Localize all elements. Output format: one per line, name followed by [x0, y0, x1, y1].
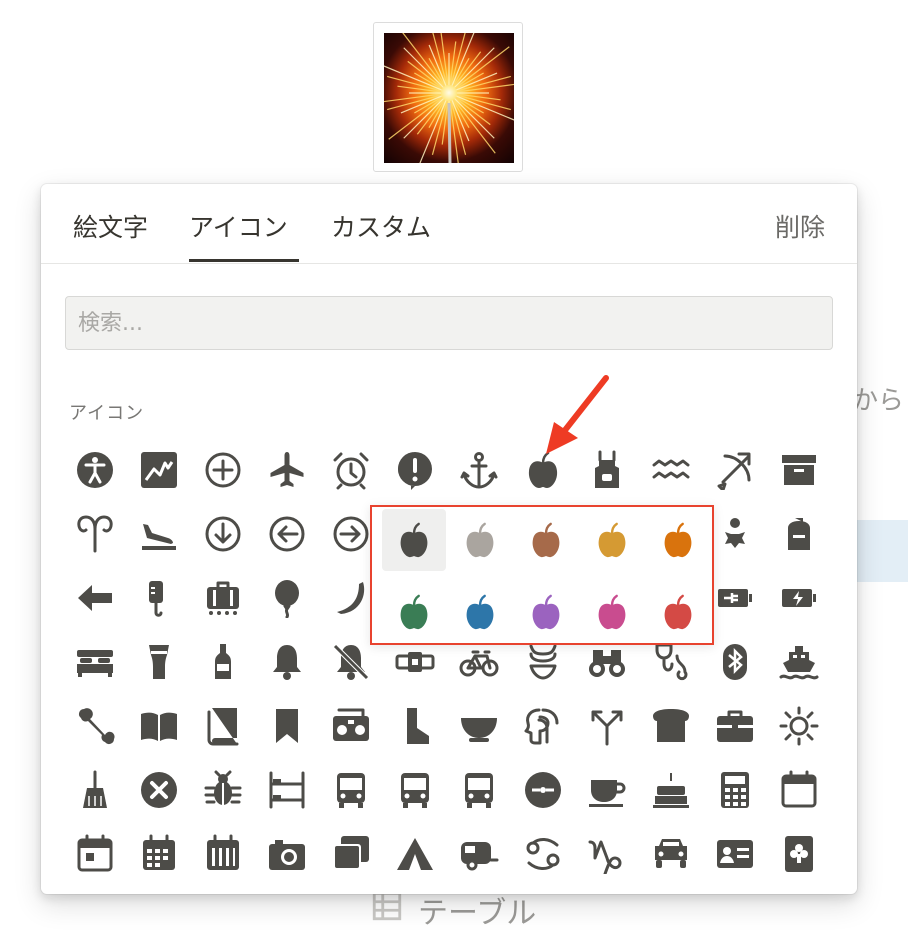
archery-icon[interactable]	[703, 438, 767, 502]
brightness-icon[interactable]	[767, 694, 831, 758]
beer-icon[interactable]	[127, 630, 191, 694]
active-tab-indicator	[189, 259, 299, 262]
car-icon[interactable]	[639, 822, 703, 886]
book-open-icon[interactable]	[127, 694, 191, 758]
tab-emoji[interactable]: 絵文字	[73, 208, 148, 244]
apple-icon-variant[interactable]	[580, 581, 644, 643]
background-table-item: テーブル	[370, 888, 536, 932]
bottle-icon[interactable]	[191, 630, 255, 694]
boot-icon[interactable]	[383, 694, 447, 758]
calendar-grid-icon[interactable]	[127, 822, 191, 886]
alarm-icon[interactable]	[319, 438, 383, 502]
backpack-icon[interactable]	[767, 502, 831, 566]
background-row-highlight	[852, 520, 908, 582]
sparkler-rays	[384, 33, 514, 163]
caravan-icon[interactable]	[447, 822, 511, 886]
cancer-icon[interactable]	[511, 822, 575, 886]
baggage-icon[interactable]	[191, 566, 255, 630]
camera-icon[interactable]	[255, 822, 319, 886]
icon-row	[63, 438, 843, 502]
camping-tent-icon[interactable]	[383, 822, 447, 886]
arrival-icon[interactable]	[127, 502, 191, 566]
button-icon[interactable]	[511, 758, 575, 822]
capricorn-icon[interactable]	[575, 822, 639, 886]
remove-circle-icon[interactable]	[127, 758, 191, 822]
bus-2-icon[interactable]	[383, 758, 447, 822]
bookmark-icon[interactable]	[255, 694, 319, 758]
apple-icon-variant[interactable]	[514, 581, 578, 643]
table-label: テーブル	[418, 896, 537, 931]
broom-icon[interactable]	[63, 758, 127, 822]
battery-charging-icon[interactable]	[767, 566, 831, 630]
section-label: アイコン	[69, 403, 145, 424]
briefcase-icon[interactable]	[703, 694, 767, 758]
bed-icon[interactable]	[63, 630, 127, 694]
apple-icon-variant[interactable]	[580, 509, 644, 571]
annotation-arrow-icon	[546, 375, 609, 454]
alert-icon[interactable]	[383, 438, 447, 502]
branch-icon[interactable]	[575, 694, 639, 758]
book-icon[interactable]	[191, 694, 255, 758]
icon-row	[63, 694, 843, 758]
apple-icon-variant[interactable]	[382, 581, 446, 643]
cafe-icon[interactable]	[575, 758, 639, 822]
calendar-day-icon[interactable]	[63, 822, 127, 886]
apple-icon-variant[interactable]	[646, 581, 710, 643]
table-icon	[370, 889, 404, 931]
apple-icon-variant[interactable]	[646, 509, 710, 571]
search-input[interactable]	[65, 296, 833, 350]
arrow-down-circle-icon[interactable]	[191, 502, 255, 566]
sparkler-image	[384, 33, 514, 163]
bus-icon[interactable]	[319, 758, 383, 822]
bell-icon[interactable]	[255, 630, 319, 694]
apple-icon-variant[interactable]	[514, 509, 578, 571]
remove-button[interactable]: 削除	[775, 208, 825, 244]
anchor-icon[interactable]	[447, 438, 511, 502]
page-icon-frame[interactable]	[373, 22, 523, 172]
color-variant-row	[382, 581, 710, 643]
apple-icon-variant[interactable]	[382, 509, 446, 571]
brain-icon[interactable]	[511, 694, 575, 758]
calendar-icon[interactable]	[767, 758, 831, 822]
picker-tabs: 絵文字 アイコン カスタム 削除	[41, 184, 857, 264]
cake-icon[interactable]	[639, 758, 703, 822]
background-text-fragment: から	[852, 386, 905, 416]
arrow-left-circle-icon[interactable]	[255, 502, 319, 566]
archive-icon[interactable]	[767, 438, 831, 502]
clubs-card-icon[interactable]	[767, 822, 831, 886]
color-variant-popover	[370, 505, 714, 645]
accessibility-icon[interactable]	[63, 438, 127, 502]
bug-icon[interactable]	[191, 758, 255, 822]
icon-row	[63, 822, 843, 886]
balloon-icon[interactable]	[255, 566, 319, 630]
bunk-bed-icon[interactable]	[255, 758, 319, 822]
id-card-icon[interactable]	[703, 822, 767, 886]
airplane-icon[interactable]	[255, 438, 319, 502]
boombox-icon[interactable]	[319, 694, 383, 758]
boat-icon[interactable]	[767, 630, 831, 694]
chart-icon[interactable]	[127, 438, 191, 502]
arrow-left-icon[interactable]	[63, 566, 127, 630]
bowl-icon[interactable]	[447, 694, 511, 758]
iv-bag-icon[interactable]	[127, 566, 191, 630]
add-circle-icon[interactable]	[191, 438, 255, 502]
cards-icon[interactable]	[319, 822, 383, 886]
bone-icon[interactable]	[63, 694, 127, 758]
aquarius-icon[interactable]	[639, 438, 703, 502]
apple-icon-variant[interactable]	[448, 509, 512, 571]
icon-row	[63, 758, 843, 822]
color-variant-row	[382, 509, 710, 571]
calendar-month-icon[interactable]	[191, 822, 255, 886]
tab-custom[interactable]: カスタム	[331, 208, 431, 244]
bus-3-icon[interactable]	[447, 758, 511, 822]
aries-icon[interactable]	[63, 502, 127, 566]
bread-icon[interactable]	[639, 694, 703, 758]
calculator-icon[interactable]	[703, 758, 767, 822]
tab-icons[interactable]: アイコン	[189, 208, 288, 244]
apple-icon-variant[interactable]	[448, 581, 512, 643]
